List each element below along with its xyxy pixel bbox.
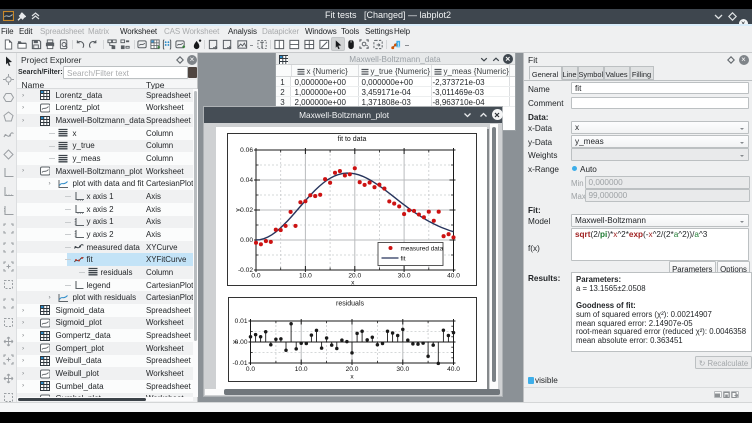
svg-text:40.0: 40.0 bbox=[447, 273, 460, 280]
svg-text:fit to data: fit to data bbox=[338, 136, 367, 143]
svg-text:30.0: 30.0 bbox=[398, 273, 411, 280]
svg-text:0.0: 0.0 bbox=[246, 366, 255, 373]
svg-text:10.0: 10.0 bbox=[295, 366, 308, 373]
svg-text:0.01: 0.01 bbox=[235, 318, 248, 325]
svg-text:0.06: 0.06 bbox=[240, 147, 253, 154]
svg-text:fit: fit bbox=[401, 256, 406, 263]
svg-text:30.0: 30.0 bbox=[396, 366, 409, 373]
svg-text:0.02: 0.02 bbox=[240, 207, 253, 214]
svg-text:1: 1 bbox=[396, 42, 399, 48]
svg-text:0.00: 0.00 bbox=[240, 237, 253, 244]
svg-text:40.0: 40.0 bbox=[447, 366, 460, 373]
svg-text:0.04: 0.04 bbox=[240, 177, 253, 184]
svg-text:residuals: residuals bbox=[336, 301, 365, 308]
svg-text:measured data: measured data bbox=[401, 246, 444, 253]
svg-text:10.0: 10.0 bbox=[299, 273, 312, 280]
svg-text:20.0: 20.0 bbox=[346, 366, 359, 373]
svg-text:0.0: 0.0 bbox=[251, 273, 260, 280]
svg-text:20.0: 20.0 bbox=[348, 273, 361, 280]
